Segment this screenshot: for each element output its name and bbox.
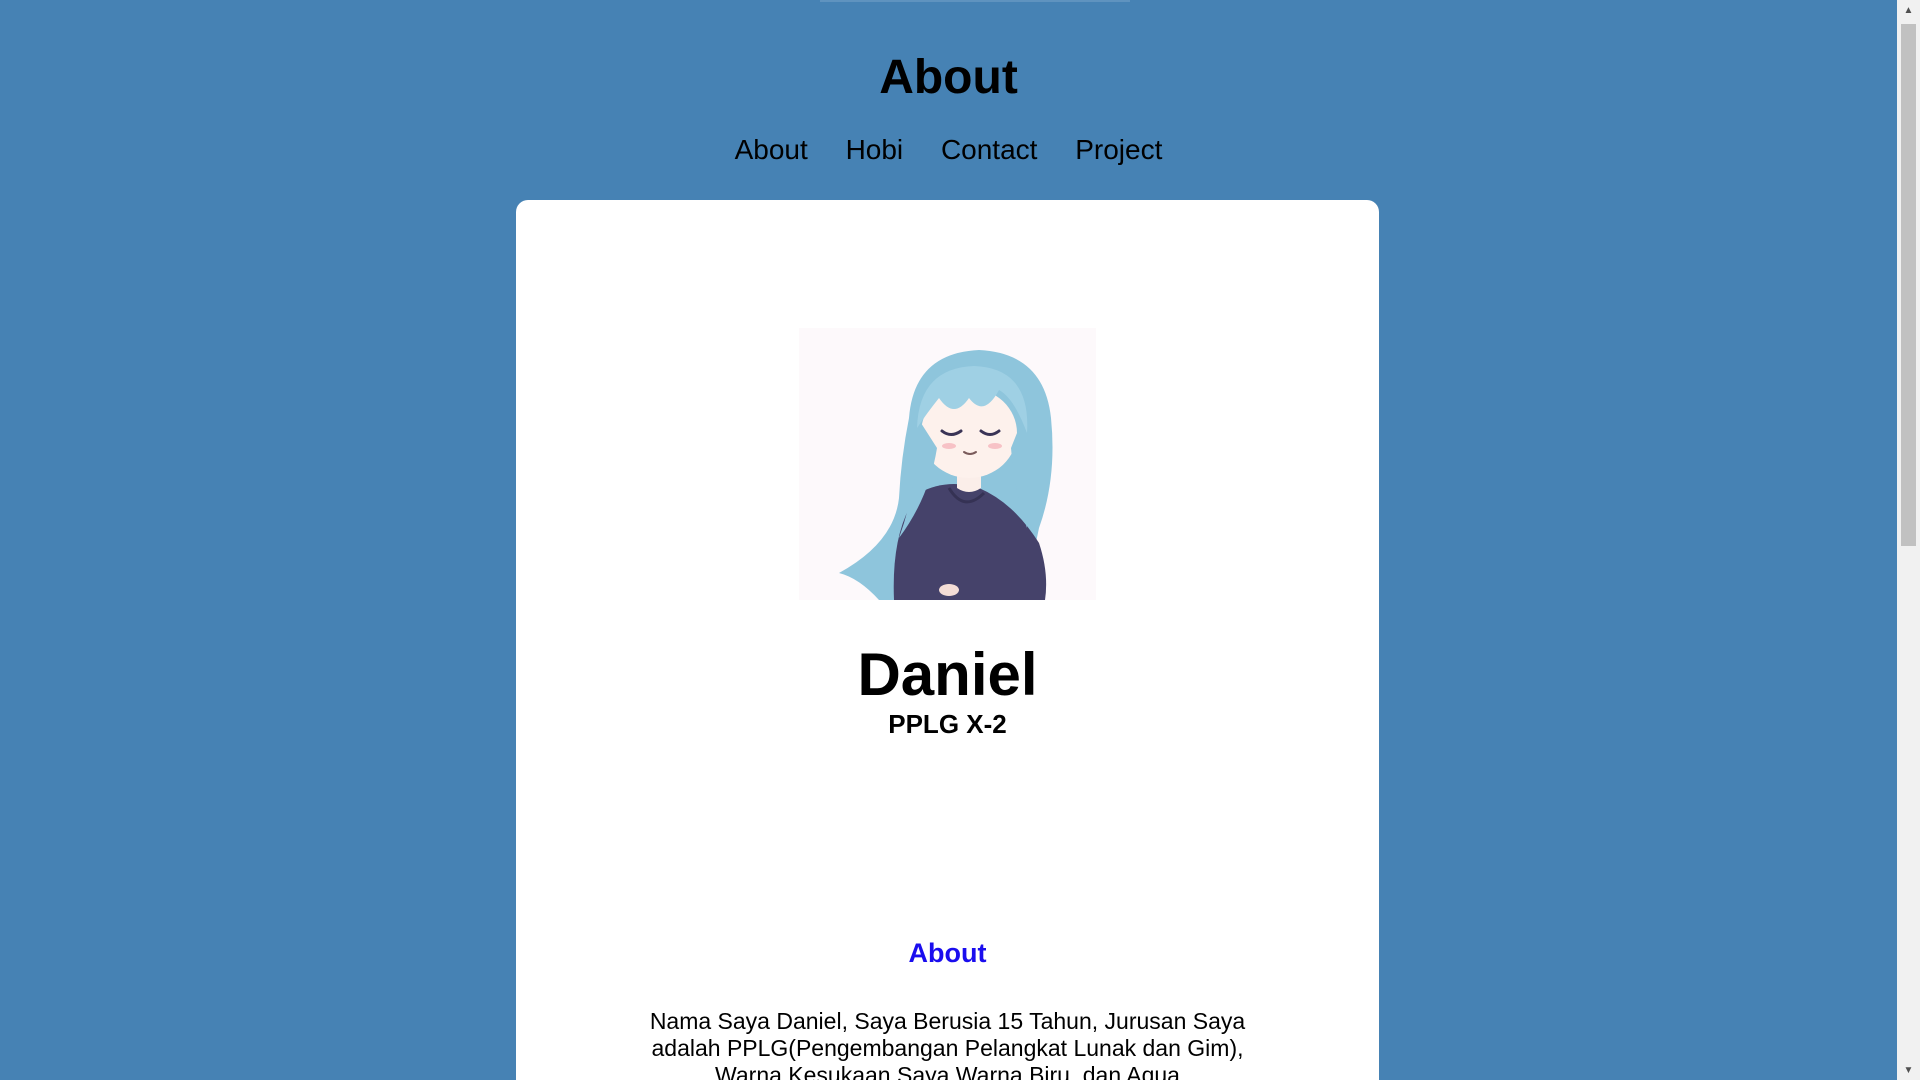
scrollbar-thumb[interactable] bbox=[1901, 24, 1916, 546]
nav-link-hobi[interactable]: Hobi bbox=[846, 134, 904, 165]
about-section-heading: About bbox=[908, 938, 987, 968]
profile-card: Daniel PPLG X-2 About Nama Saya Daniel, … bbox=[516, 200, 1379, 1080]
nav-link-project[interactable]: Project bbox=[1075, 134, 1162, 165]
main-nav: About Hobi Contact Project bbox=[0, 132, 1897, 168]
scroll-up-arrow-icon[interactable]: ▲ bbox=[1897, 0, 1920, 20]
page: About About Hobi Contact Project Daniel … bbox=[0, 0, 1897, 1080]
nav-link-about[interactable]: About bbox=[735, 134, 808, 165]
about-description: Nama Saya Daniel, Saya Berusia 15 Tahun,… bbox=[649, 1008, 1246, 1080]
profile-avatar bbox=[799, 328, 1096, 600]
nav-link-contact[interactable]: Contact bbox=[941, 134, 1038, 165]
vertical-scrollbar[interactable]: ▲ ▼ bbox=[1897, 0, 1920, 1080]
top-edge-line bbox=[820, 0, 1130, 2]
scroll-down-arrow-icon[interactable]: ▼ bbox=[1897, 1060, 1920, 1080]
anime-girl-illustration bbox=[799, 328, 1096, 600]
profile-name: Daniel bbox=[857, 641, 1038, 708]
profile-class: PPLG X-2 bbox=[888, 709, 1007, 739]
page-title: About bbox=[879, 51, 1018, 104]
